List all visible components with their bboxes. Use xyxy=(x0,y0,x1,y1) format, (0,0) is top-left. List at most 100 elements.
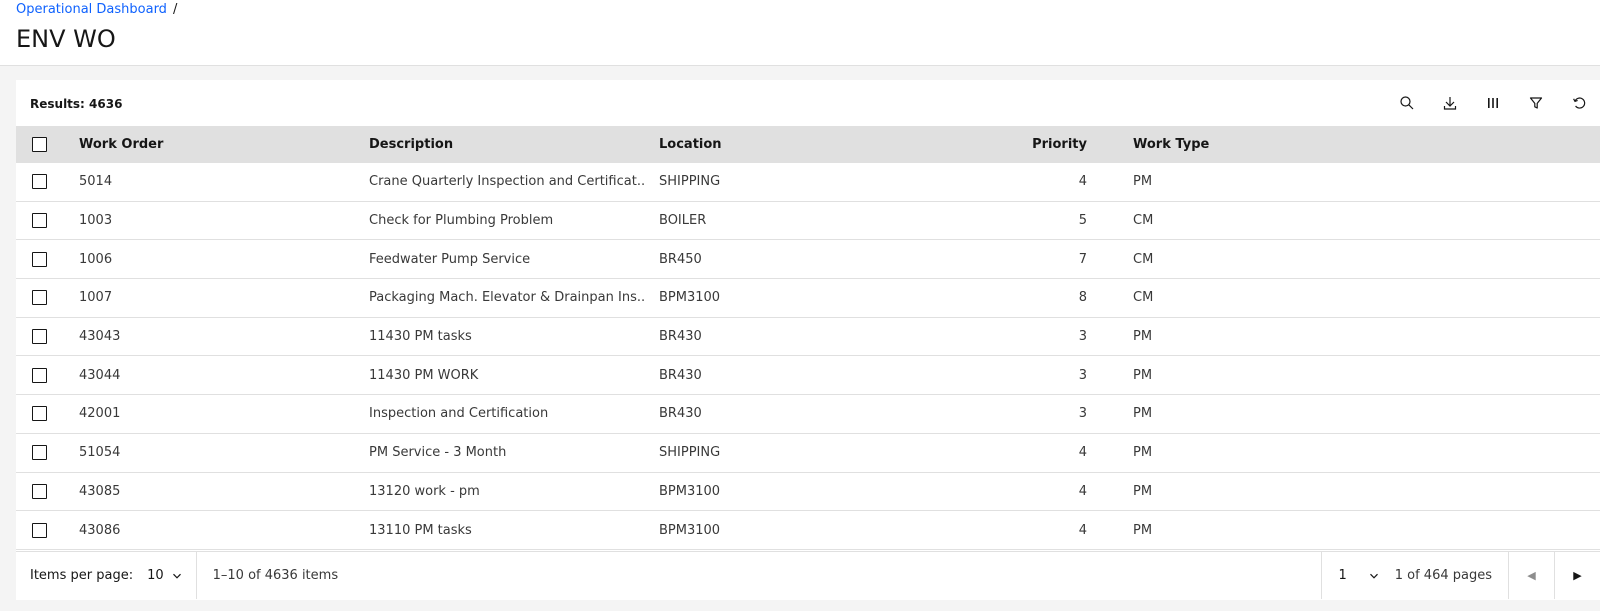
breadcrumb-link-operational-dashboard[interactable]: Operational Dashboard xyxy=(16,2,167,18)
description-cell: 13110 PM tasks xyxy=(369,522,472,538)
table-row[interactable]: 43044 11430 PM WORK BR430 3 PM xyxy=(16,356,1600,396)
work-type-cell: CM xyxy=(1133,290,1154,306)
table-row[interactable]: 43086 13110 PM tasks BPM3100 4 PM xyxy=(16,511,1600,550)
table-toolbar: Results: 4636 xyxy=(16,80,1600,126)
column-header-work-type[interactable]: Work Type xyxy=(1133,126,1333,163)
work-order-cell: 43043 xyxy=(79,329,121,345)
row-checkbox[interactable] xyxy=(32,483,47,499)
reset-icon xyxy=(1572,97,1585,109)
table-row[interactable]: 42001 Inspection and Certification BR430… xyxy=(16,395,1600,434)
breadcrumb: Operational Dashboard / xyxy=(16,2,177,18)
table-row[interactable]: 1007 Packaging Mach. Elevator & Drainpan… xyxy=(16,279,1600,318)
row-checkbox[interactable] xyxy=(32,290,47,306)
priority-cell: 3 xyxy=(1078,367,1087,383)
priority-cell: 7 xyxy=(1078,251,1087,267)
pagination-bar: Items per page: 10 1–10 of 4636 items 1 … xyxy=(16,551,1600,599)
work-type-cell: PM xyxy=(1133,367,1153,383)
results-count: Results: 4636 xyxy=(30,97,123,111)
items-per-page-select[interactable]: 10 xyxy=(133,552,197,599)
columns-button[interactable] xyxy=(1471,91,1514,115)
table-row[interactable]: 51054 PM Service - 3 Month SHIPPING 4 PM xyxy=(16,434,1600,473)
location-cell: BR450 xyxy=(659,251,702,267)
work-order-cell: 43086 xyxy=(79,522,121,538)
location-cell: BOILER xyxy=(659,213,707,229)
items-per-page-label: Items per page: xyxy=(30,568,134,583)
table-row[interactable]: 1003 Check for Plumbing Problem BOILER 5… xyxy=(16,202,1600,241)
toolbar-actions xyxy=(1385,91,1600,115)
priority-cell: 3 xyxy=(1078,329,1087,345)
select-all-checkbox[interactable] xyxy=(32,137,47,152)
description-cell: 11430 PM WORK xyxy=(369,367,479,383)
priority-cell: 8 xyxy=(1078,290,1087,306)
priority-cell: 4 xyxy=(1078,445,1087,461)
row-checkbox[interactable] xyxy=(32,406,47,422)
column-header-description[interactable]: Description xyxy=(369,126,644,163)
column-header-priority[interactable]: Priority xyxy=(976,126,1087,163)
table-header-row: Work Order Description Location Priority… xyxy=(16,126,1600,163)
work-type-cell: PM xyxy=(1133,174,1153,190)
row-checkbox[interactable] xyxy=(32,174,47,190)
search-button[interactable] xyxy=(1385,91,1428,115)
priority-cell: 4 xyxy=(1078,174,1087,190)
work-type-cell: PM xyxy=(1133,522,1153,538)
filter-button[interactable] xyxy=(1514,91,1557,115)
work-type-cell: CM xyxy=(1133,251,1154,267)
description-cell: Inspection and Certification xyxy=(369,406,549,422)
priority-cell: 5 xyxy=(1078,213,1087,229)
description-cell: 11430 PM tasks xyxy=(369,329,472,345)
table-row[interactable]: 43043 11430 PM tasks BR430 3 PM xyxy=(16,318,1600,357)
work-order-cell: 51054 xyxy=(79,445,121,461)
location-cell: BR430 xyxy=(659,367,702,383)
download-button[interactable] xyxy=(1428,91,1471,115)
table-row[interactable]: 43085 13120 work - pm BPM3100 4 PM xyxy=(16,473,1600,512)
column-header-work-order[interactable]: Work Order xyxy=(79,126,359,163)
description-cell: Packaging Mach. Elevator & Drainpan Ins.… xyxy=(369,290,644,306)
item-range-text: 1–10 of 4636 items xyxy=(212,568,339,583)
row-checkbox[interactable] xyxy=(32,445,47,461)
reset-button[interactable] xyxy=(1557,91,1600,115)
page-title: ENV WO xyxy=(16,25,116,53)
next-page-button[interactable]: ▶ xyxy=(1554,552,1600,599)
description-cell: 13120 work - pm xyxy=(369,483,480,499)
row-checkbox[interactable] xyxy=(32,522,47,538)
work-type-cell: PM xyxy=(1133,483,1153,499)
work-type-cell: PM xyxy=(1133,329,1153,345)
work-order-cell: 1003 xyxy=(79,213,113,229)
location-cell: BPM3100 xyxy=(659,522,721,538)
data-grid: Work Order Description Location Priority… xyxy=(16,126,1600,550)
row-checkbox[interactable] xyxy=(32,213,47,229)
location-cell: SHIPPING xyxy=(659,445,721,461)
table-row[interactable]: 1006 Feedwater Pump Service BR450 7 CM xyxy=(16,240,1600,280)
description-cell: Check for Plumbing Problem xyxy=(369,213,554,229)
work-order-cell: 43044 xyxy=(79,367,121,383)
table-row[interactable]: 5014 Crane Quarterly Inspection and Cert… xyxy=(16,163,1600,202)
download-icon xyxy=(1443,97,1456,110)
work-order-cell: 1007 xyxy=(79,290,113,306)
work-order-cell: 1006 xyxy=(79,251,113,267)
priority-cell: 4 xyxy=(1078,483,1087,499)
caret-left-icon: ◀ xyxy=(1527,569,1536,582)
work-order-cell: 43085 xyxy=(79,483,121,499)
location-cell: BPM3100 xyxy=(659,483,721,499)
columns-icon xyxy=(1487,98,1498,108)
work-type-cell: CM xyxy=(1133,213,1154,229)
caret-right-icon: ▶ xyxy=(1573,569,1582,582)
row-checkbox[interactable] xyxy=(32,329,47,345)
location-cell: SHIPPING xyxy=(659,174,721,190)
breadcrumb-separator: / xyxy=(172,2,178,17)
current-page-value: 1 xyxy=(1338,568,1347,583)
work-order-table: Results: 4636 Work Order Description Loc… xyxy=(16,80,1600,600)
description-cell: Feedwater Pump Service xyxy=(369,251,531,267)
row-checkbox[interactable] xyxy=(32,367,47,383)
priority-cell: 4 xyxy=(1078,522,1087,538)
description-cell: Crane Quarterly Inspection and Certifica… xyxy=(369,174,644,190)
location-cell: BPM3100 xyxy=(659,290,721,306)
row-checkbox[interactable] xyxy=(32,251,47,267)
previous-page-button[interactable]: ◀ xyxy=(1508,552,1554,599)
page-count-text: 1 of 464 pages xyxy=(1394,568,1492,583)
work-type-cell: PM xyxy=(1133,406,1153,422)
priority-cell: 3 xyxy=(1078,406,1087,422)
items-per-page-value: 10 xyxy=(147,568,164,583)
page-number-select[interactable]: 1 xyxy=(1321,552,1394,599)
column-header-location[interactable]: Location xyxy=(659,126,959,163)
